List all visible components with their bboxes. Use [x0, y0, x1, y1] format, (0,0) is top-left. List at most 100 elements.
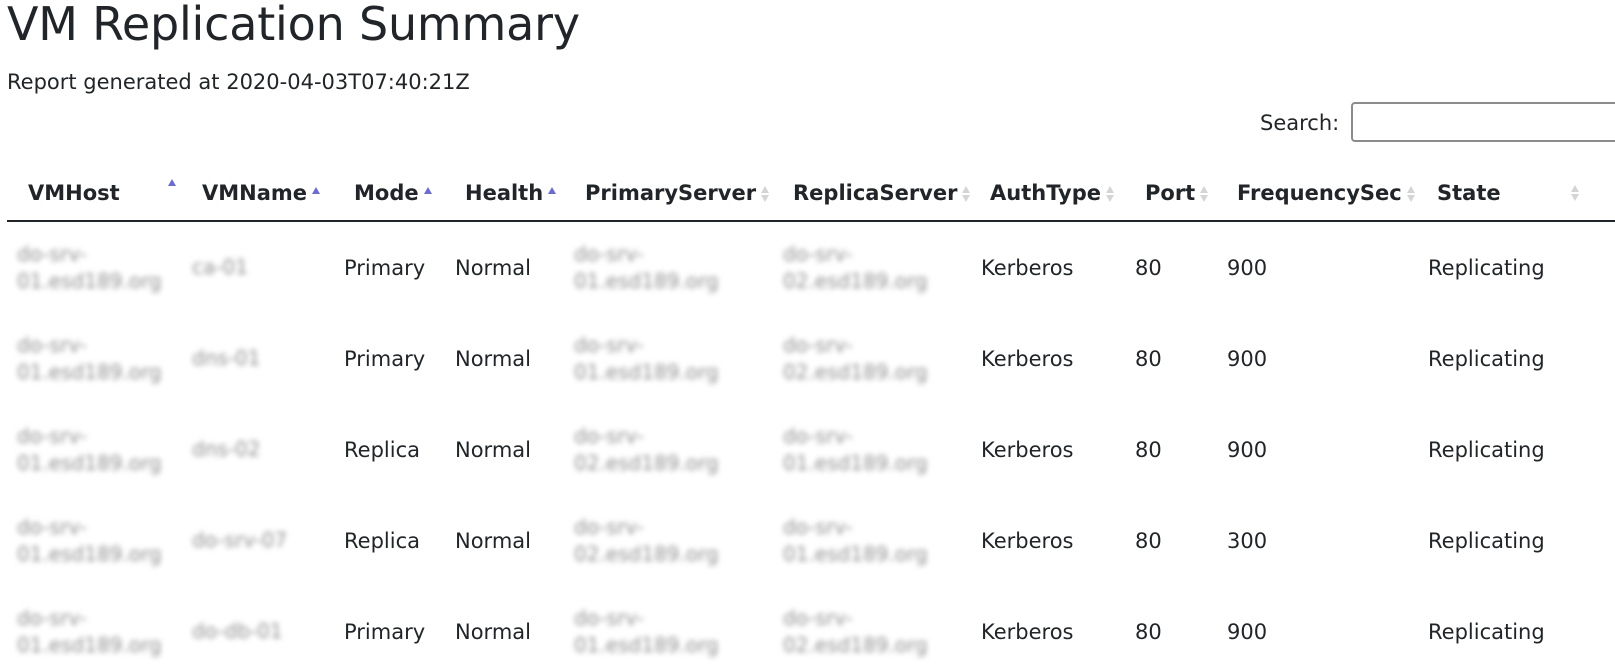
cell-health: Normal: [455, 528, 531, 553]
cell-frequencysec: 900: [1227, 255, 1268, 280]
sort-icon: [1570, 183, 1580, 203]
sort-icon: [1199, 184, 1209, 204]
cell-state: Replicating: [1428, 619, 1545, 644]
redacted-text: do-srv-: [574, 605, 644, 630]
cell-frequencysec: 900: [1227, 437, 1268, 462]
cell-state: Replicating: [1428, 346, 1545, 371]
column-header-label: PrimaryServer: [585, 181, 757, 205]
table-header-row: VMHost VMName Mode Health PrimaryServer …: [7, 166, 1615, 222]
table-row: do-srv- 01.esd189.org do-db-01 Primary N…: [7, 586, 1615, 670]
cell-replicaserver: do-srv- 02.esd189.org: [773, 313, 971, 404]
redacted-text: do-srv-07: [192, 528, 288, 552]
table-row: do-srv- 01.esd189.org dns-02 Replica Nor…: [7, 404, 1615, 495]
column-header-state[interactable]: State: [1418, 166, 1615, 222]
cell-authtype: Kerberos: [981, 346, 1074, 371]
sort-ascending-icon: [547, 184, 557, 204]
redacted-text: do-srv-: [574, 241, 644, 266]
column-header-replicaserver[interactable]: ReplicaServer: [773, 166, 971, 222]
redacted-text: do-srv-: [17, 514, 87, 539]
column-header-label: ReplicaServer: [793, 181, 958, 205]
cell-mode: Primary: [344, 255, 426, 280]
sort-ascending-icon: [423, 184, 433, 204]
redacted-text: 02.esd189.org: [574, 450, 719, 475]
cell-vmhost: do-srv- 01.esd189.org: [7, 586, 182, 670]
table-row: do-srv- 01.esd189.org do-srv-07 Replica …: [7, 495, 1615, 586]
redacted-text: ca-01: [192, 255, 248, 279]
redacted-text: do-srv-: [17, 423, 87, 448]
cell-port: 80: [1135, 528, 1162, 553]
cell-primaryserver: do-srv- 02.esd189.org: [565, 404, 773, 495]
column-header-authtype[interactable]: AuthType: [971, 166, 1125, 222]
column-header-mode[interactable]: Mode: [334, 166, 445, 222]
sort-ascending-icon: [311, 184, 321, 204]
cell-port: 80: [1135, 346, 1162, 371]
cell-health: Normal: [455, 346, 531, 371]
cell-vmhost: do-srv- 01.esd189.org: [7, 221, 182, 313]
report-timestamp: Report generated at 2020-04-03T07:40:21Z: [7, 70, 470, 94]
cell-state: Replicating: [1428, 255, 1545, 280]
cell-health: Normal: [455, 619, 531, 644]
redacted-text: dns-01: [192, 346, 261, 370]
redacted-text: do-srv-: [574, 332, 644, 357]
column-header-label: VMHost: [28, 181, 120, 205]
redacted-text: do-srv-: [783, 423, 853, 448]
redacted-text: 02.esd189.org: [783, 632, 928, 657]
cell-port: 80: [1135, 255, 1162, 280]
column-header-label: Health: [465, 181, 544, 205]
cell-frequencysec: 900: [1227, 619, 1268, 644]
column-header-vmhost[interactable]: VMHost: [7, 166, 182, 222]
report-page: VM Replication Summary Report generated …: [0, 0, 1615, 670]
cell-mode: Primary: [344, 619, 426, 644]
cell-port: 80: [1135, 619, 1162, 644]
redacted-text: 01.esd189.org: [574, 359, 719, 384]
cell-vmhost: do-srv- 01.esd189.org: [7, 313, 182, 404]
cell-mode: Primary: [344, 346, 426, 371]
sort-icon: [760, 184, 770, 204]
cell-replicaserver: do-srv- 02.esd189.org: [773, 586, 971, 670]
redacted-text: 01.esd189.org: [574, 268, 719, 293]
cell-authtype: Kerberos: [981, 255, 1074, 280]
column-header-health[interactable]: Health: [445, 166, 565, 222]
redacted-text: do-srv-: [17, 332, 87, 357]
column-header-port[interactable]: Port: [1125, 166, 1218, 222]
column-header-vmname[interactable]: VMName: [182, 166, 334, 222]
redacted-text: do-srv-: [574, 423, 644, 448]
page-title: VM Replication Summary: [7, 0, 580, 51]
redacted-text: 02.esd189.org: [783, 359, 928, 384]
cell-authtype: Kerberos: [981, 619, 1074, 644]
cell-primaryserver: do-srv- 01.esd189.org: [565, 586, 773, 670]
column-header-label: AuthType: [990, 181, 1101, 205]
redacted-text: 01.esd189.org: [783, 450, 928, 475]
column-header-primaryserver[interactable]: PrimaryServer: [565, 166, 773, 222]
redacted-text: 01.esd189.org: [17, 632, 162, 657]
cell-replicaserver: do-srv- 01.esd189.org: [773, 404, 971, 495]
redacted-text: do-srv-: [17, 605, 87, 630]
sort-icon: [1105, 184, 1115, 204]
redacted-text: 02.esd189.org: [783, 268, 928, 293]
redacted-text: do-srv-: [783, 332, 853, 357]
column-header-label: Port: [1145, 181, 1196, 205]
cell-frequencysec: 300: [1227, 528, 1268, 553]
column-header-frequencysec[interactable]: FrequencySec: [1218, 166, 1418, 222]
cell-replicaserver: do-srv- 02.esd189.org: [773, 221, 971, 313]
column-header-label: State: [1437, 181, 1501, 205]
column-header-label: VMName: [202, 181, 308, 205]
cell-authtype: Kerberos: [981, 437, 1074, 462]
cell-port: 80: [1135, 437, 1162, 462]
cell-vmhost: do-srv- 01.esd189.org: [7, 495, 182, 586]
redacted-text: do-srv-: [783, 241, 853, 266]
redacted-text: 01.esd189.org: [17, 450, 162, 475]
search-input[interactable]: [1351, 102, 1615, 142]
redacted-text: 02.esd189.org: [574, 541, 719, 566]
cell-frequencysec: 900: [1227, 346, 1268, 371]
cell-vmname: do-db-01: [182, 586, 334, 670]
replication-table: VMHost VMName Mode Health PrimaryServer …: [7, 166, 1615, 670]
cell-primaryserver: do-srv- 02.esd189.org: [565, 495, 773, 586]
redacted-text: 01.esd189.org: [17, 268, 162, 293]
cell-vmhost: do-srv- 01.esd189.org: [7, 404, 182, 495]
cell-primaryserver: do-srv- 01.esd189.org: [565, 313, 773, 404]
column-header-label: FrequencySec: [1237, 181, 1402, 205]
redacted-text: 01.esd189.org: [574, 632, 719, 657]
cell-authtype: Kerberos: [981, 528, 1074, 553]
cell-vmname: dns-02: [182, 404, 334, 495]
